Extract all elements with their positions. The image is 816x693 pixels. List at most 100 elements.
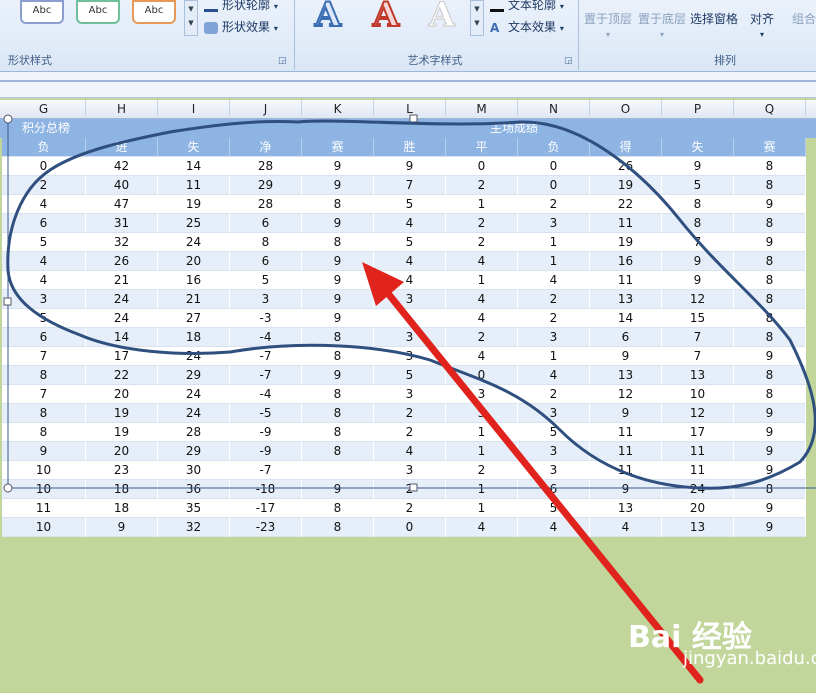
- text-outline-button[interactable]: 文本轮廓 ▾: [490, 0, 564, 13]
- table-cell[interactable]: 19: [590, 176, 662, 195]
- table-cell[interactable]: 1: [446, 423, 518, 442]
- table-cell[interactable]: 8: [662, 195, 734, 214]
- table-cell[interactable]: 9: [734, 442, 806, 461]
- table-cell[interactable]: 24: [662, 480, 734, 499]
- wordart-sample-white[interactable]: A: [418, 0, 466, 33]
- table-cell[interactable]: -4: [230, 328, 302, 347]
- column-title-cell[interactable]: 负: [518, 138, 590, 157]
- table-cell[interactable]: -18: [230, 480, 302, 499]
- table-cell[interactable]: 1: [446, 195, 518, 214]
- table-cell[interactable]: 32: [158, 518, 230, 537]
- table-cell[interactable]: 29: [230, 176, 302, 195]
- table-cell[interactable]: 4: [518, 366, 590, 385]
- table-cell[interactable]: 3: [518, 442, 590, 461]
- table-cell[interactable]: 35: [158, 499, 230, 518]
- table-cell[interactable]: 19: [158, 195, 230, 214]
- table-cell[interactable]: 2: [518, 309, 590, 328]
- table-cell[interactable]: 1: [446, 480, 518, 499]
- table-cell[interactable]: 9: [2, 442, 86, 461]
- table-cell[interactable]: 24: [158, 347, 230, 366]
- table-cell[interactable]: 9: [734, 347, 806, 366]
- table-cell[interactable]: 4: [518, 518, 590, 537]
- table-cell[interactable]: 5: [374, 233, 446, 252]
- table-cell[interactable]: 13: [590, 366, 662, 385]
- table-cell[interactable]: 8: [302, 347, 374, 366]
- send-to-back-button[interactable]: 置于底层: [638, 10, 686, 27]
- table-cell[interactable]: 0: [446, 157, 518, 176]
- table-cell[interactable]: 9: [374, 157, 446, 176]
- table-cell[interactable]: 9: [302, 157, 374, 176]
- table-cell[interactable]: 4: [374, 252, 446, 271]
- table-cell[interactable]: 8: [302, 195, 374, 214]
- table-cell[interactable]: 5: [230, 271, 302, 290]
- table-cell[interactable]: 14: [158, 157, 230, 176]
- table-cell[interactable]: 11: [2, 499, 86, 518]
- table-cell[interactable]: 9: [590, 404, 662, 423]
- table-cell[interactable]: 4: [590, 518, 662, 537]
- table-cell[interactable]: -5: [230, 404, 302, 423]
- table-cell[interactable]: [302, 461, 374, 480]
- table-cell[interactable]: 9: [734, 518, 806, 537]
- table-cell[interactable]: 8: [734, 480, 806, 499]
- table-cell[interactable]: 11: [158, 176, 230, 195]
- table-cell[interactable]: 16: [590, 252, 662, 271]
- table-cell[interactable]: 24: [158, 404, 230, 423]
- table-cell[interactable]: 6: [230, 214, 302, 233]
- table-cell[interactable]: 8: [734, 176, 806, 195]
- text-effects-button[interactable]: A 文本效果 ▾: [490, 18, 564, 35]
- column-header-n[interactable]: N: [518, 100, 590, 119]
- table-cell[interactable]: 19: [86, 404, 158, 423]
- table-cell[interactable]: 0: [374, 518, 446, 537]
- column-title-cell[interactable]: 负: [2, 138, 86, 157]
- table-cell[interactable]: 8: [302, 499, 374, 518]
- table-cell[interactable]: 3: [518, 328, 590, 347]
- table-cell[interactable]: 2: [374, 404, 446, 423]
- table-cell[interactable]: 9: [590, 480, 662, 499]
- table-cell[interactable]: 13: [590, 499, 662, 518]
- table-cell[interactable]: 4: [374, 442, 446, 461]
- table-cell[interactable]: 19: [590, 233, 662, 252]
- table-cell[interactable]: 8: [302, 385, 374, 404]
- table-cell[interactable]: 8: [302, 442, 374, 461]
- table-cell[interactable]: 9: [86, 518, 158, 537]
- table-cell[interactable]: 2: [374, 423, 446, 442]
- table-cell[interactable]: 8: [734, 157, 806, 176]
- table-cell[interactable]: 22: [86, 366, 158, 385]
- table-cell[interactable]: 8: [734, 328, 806, 347]
- table-cell[interactable]: 2: [446, 176, 518, 195]
- table-cell[interactable]: 2: [446, 233, 518, 252]
- table-cell[interactable]: 2: [446, 461, 518, 480]
- column-header-q[interactable]: Q: [734, 100, 806, 119]
- table-cell[interactable]: 8: [734, 309, 806, 328]
- table-cell[interactable]: 19: [86, 423, 158, 442]
- table-cell[interactable]: 18: [86, 480, 158, 499]
- column-header-h[interactable]: H: [86, 100, 158, 119]
- table-cell[interactable]: 17: [86, 347, 158, 366]
- table-cell[interactable]: [374, 309, 446, 328]
- table-cell[interactable]: 4: [374, 271, 446, 290]
- table-cell[interactable]: 6: [230, 252, 302, 271]
- table-cell[interactable]: 2: [518, 385, 590, 404]
- table-cell[interactable]: 28: [158, 423, 230, 442]
- table-cell[interactable]: 13: [590, 290, 662, 309]
- table-cell[interactable]: 8: [734, 214, 806, 233]
- table-cell[interactable]: 9: [734, 499, 806, 518]
- table-cell[interactable]: 8: [2, 423, 86, 442]
- table-cell[interactable]: 12: [590, 385, 662, 404]
- table-cell[interactable]: 5: [2, 309, 86, 328]
- table-cell[interactable]: 4: [374, 214, 446, 233]
- table-cell[interactable]: 3: [2, 290, 86, 309]
- table-cell[interactable]: 3: [374, 290, 446, 309]
- table-cell[interactable]: 2: [446, 328, 518, 347]
- table-cell[interactable]: 11: [590, 461, 662, 480]
- table-cell[interactable]: 9: [302, 309, 374, 328]
- table-cell[interactable]: 2: [374, 499, 446, 518]
- table-cell[interactable]: 11: [662, 442, 734, 461]
- table-cell[interactable]: 13: [662, 366, 734, 385]
- table-cell[interactable]: 9: [302, 252, 374, 271]
- table-cell[interactable]: 24: [158, 385, 230, 404]
- table-cell[interactable]: 3: [446, 404, 518, 423]
- bring-to-front-button[interactable]: 置于顶层: [584, 10, 632, 27]
- table-cell[interactable]: 10: [2, 518, 86, 537]
- table-cell[interactable]: 9: [734, 423, 806, 442]
